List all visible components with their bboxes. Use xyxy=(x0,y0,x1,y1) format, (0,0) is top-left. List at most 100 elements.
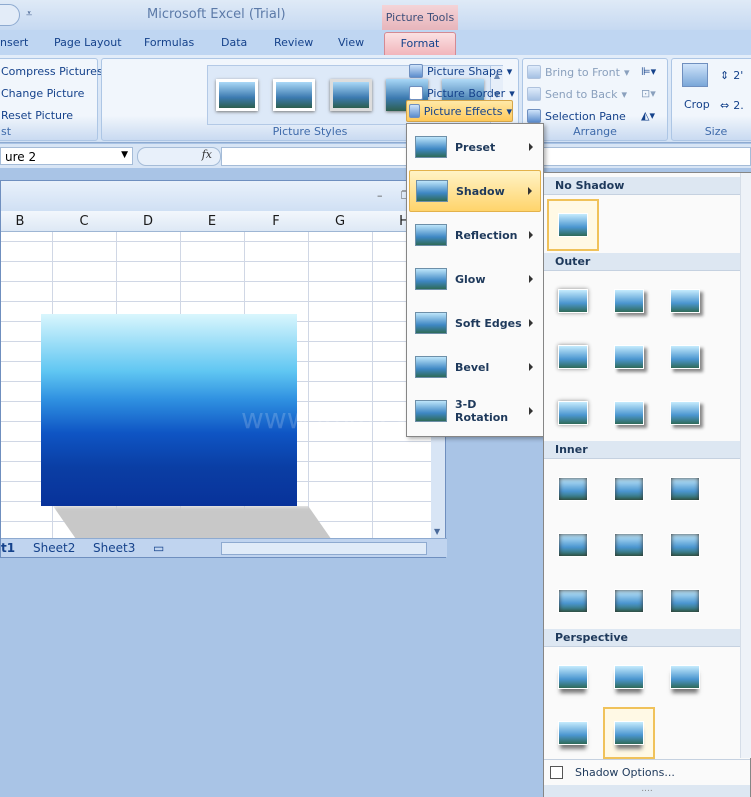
office-button[interactable] xyxy=(0,4,20,26)
crop-button[interactable]: Crop xyxy=(684,98,710,111)
menu-item-glow[interactable]: Glow xyxy=(409,258,541,300)
change-picture-button[interactable]: Change Picture xyxy=(1,87,84,100)
picture-border-button[interactable]: Picture Border ▾ xyxy=(409,86,515,100)
sheet-tab-1[interactable]: t1 xyxy=(1,541,15,555)
shadow-option[interactable] xyxy=(603,519,655,571)
height-field[interactable]: ⇕ 2' xyxy=(720,69,743,82)
shadow-option[interactable] xyxy=(603,651,655,703)
tab-data[interactable]: Data xyxy=(221,36,247,49)
shadow-preview-icon xyxy=(614,721,644,745)
shadow-option[interactable] xyxy=(547,575,599,627)
scroll-down-icon[interactable]: ▼ xyxy=(434,527,440,536)
shadow-option[interactable] xyxy=(603,331,655,383)
shadow-option[interactable] xyxy=(547,387,599,439)
tab-page-layout[interactable]: Page Layout xyxy=(54,36,122,49)
menu-item-bevel[interactable]: Bevel xyxy=(409,346,541,388)
shadow-option[interactable] xyxy=(659,575,711,627)
resize-grip[interactable]: .... xyxy=(544,785,750,797)
quick-access-customize-icon[interactable]: ⩡ xyxy=(26,7,32,21)
send-to-back-label: Send to Back xyxy=(545,87,618,101)
height-value: 2' xyxy=(733,69,744,82)
menu-item-3-d-rotation[interactable]: 3-D Rotation xyxy=(409,390,541,432)
picture-shape-icon xyxy=(409,64,423,78)
reset-picture-button[interactable]: Reset Picture xyxy=(1,109,73,122)
shadow-preview-icon xyxy=(614,477,644,501)
gallery-scrollbar[interactable] xyxy=(740,173,751,758)
tab-review[interactable]: Review xyxy=(274,36,313,49)
rotate-icon[interactable]: ◭▾ xyxy=(641,109,655,122)
style-thumbnail[interactable] xyxy=(216,79,258,111)
name-box-value: ure 2 xyxy=(5,150,37,164)
menu-item-label: Preset xyxy=(455,140,496,154)
shadow-preview-icon xyxy=(614,589,644,613)
tab-view[interactable]: View xyxy=(338,36,364,49)
shadow-preview-icon xyxy=(558,345,588,369)
shadow-preview-icon xyxy=(614,345,644,369)
column-header-g[interactable]: G xyxy=(308,214,372,229)
menu-item-label: Reflection xyxy=(455,228,518,242)
menu-item-shadow[interactable]: Shadow xyxy=(409,170,541,212)
insert-sheet-icon[interactable]: ▭ xyxy=(153,541,164,555)
tab-formulas[interactable]: Formulas xyxy=(144,36,194,49)
shadow-option[interactable] xyxy=(547,519,599,571)
shadow-option[interactable] xyxy=(547,651,599,703)
picture-shape-label: Picture Shape xyxy=(427,64,503,78)
column-header-f[interactable]: F xyxy=(244,214,308,229)
column-header-b[interactable]: B xyxy=(0,214,52,229)
shadow-option[interactable] xyxy=(603,575,655,627)
width-field[interactable]: ⇔ 2. xyxy=(720,99,744,112)
shadow-option[interactable] xyxy=(603,463,655,515)
shadow-preview-icon xyxy=(614,533,644,557)
picture-effects-button[interactable]: Picture Effects ▾ xyxy=(406,100,513,122)
style-thumbnail[interactable] xyxy=(273,79,315,111)
shadow-option[interactable] xyxy=(547,707,599,759)
shadow-option[interactable] xyxy=(659,651,711,703)
sheet-tab-3[interactable]: Sheet3 xyxy=(93,541,135,555)
shadow-options-button[interactable]: Shadow Options... xyxy=(544,759,750,785)
minimize-icon[interactable]: – xyxy=(377,189,383,202)
shadow-preview-icon xyxy=(670,533,700,557)
style-thumbnail[interactable] xyxy=(330,79,372,111)
sheet-tab-2[interactable]: Sheet2 xyxy=(33,541,75,555)
column-header-e[interactable]: E xyxy=(180,214,244,229)
shadow-option[interactable] xyxy=(603,707,655,759)
align-icon[interactable]: ⊫▾ xyxy=(641,65,656,78)
shadow-option[interactable] xyxy=(547,463,599,515)
tab-format[interactable]: Format xyxy=(384,32,456,55)
selection-pane-button[interactable]: Selection Pane xyxy=(527,109,626,123)
name-box-dropdown-icon[interactable]: ▼ xyxy=(121,150,128,160)
name-box[interactable]: ure 2 ▼ xyxy=(0,147,133,165)
picture-shape-button[interactable]: Picture Shape ▾ xyxy=(409,64,512,78)
insert-function-button[interactable]: fx xyxy=(137,147,221,166)
shadow-option[interactable] xyxy=(547,199,599,251)
shadow-preview-icon xyxy=(558,401,588,425)
menu-item-preset[interactable]: Preset xyxy=(409,126,541,168)
shadow-option[interactable] xyxy=(603,387,655,439)
bevel-icon xyxy=(415,356,447,378)
send-to-back-button[interactable]: Send to Back ▾ xyxy=(527,87,627,101)
group-icon[interactable]: ⊡▾ xyxy=(641,87,656,100)
compress-pictures-button[interactable]: Compress Pictures xyxy=(1,65,103,78)
ribbon: Compress Pictures Change Picture Reset P… xyxy=(0,55,751,143)
menu-item-reflection[interactable]: Reflection xyxy=(409,214,541,256)
column-header-c[interactable]: C xyxy=(52,214,116,229)
shadow-option[interactable] xyxy=(603,275,655,327)
shadow-option[interactable] xyxy=(659,331,711,383)
shadow-option[interactable] xyxy=(659,463,711,515)
submenu-arrow-icon xyxy=(529,363,533,371)
shadow-option[interactable] xyxy=(659,387,711,439)
tab-insert[interactable]: nsert xyxy=(0,36,28,49)
ribbon-tabs: nsert Page Layout Formulas Data Review V… xyxy=(0,30,751,55)
shadow-option[interactable] xyxy=(547,275,599,327)
shadow-preview-icon xyxy=(670,289,700,313)
bring-to-front-button[interactable]: Bring to Front ▾ xyxy=(527,65,629,79)
cell-grid[interactable]: www.java2s.com xyxy=(1,232,476,556)
menu-item-soft-edges[interactable]: Soft Edges xyxy=(409,302,541,344)
shadow-option[interactable] xyxy=(659,519,711,571)
horizontal-scrollbar[interactable] xyxy=(221,542,427,555)
shadow-option[interactable] xyxy=(547,331,599,383)
column-header-d[interactable]: D xyxy=(116,214,180,229)
workbook-window: – ❐ B C D E F G H www.java2s.com ▼ t1 Sh… xyxy=(0,180,476,558)
crop-icon[interactable] xyxy=(682,63,708,87)
shadow-option[interactable] xyxy=(659,275,711,327)
